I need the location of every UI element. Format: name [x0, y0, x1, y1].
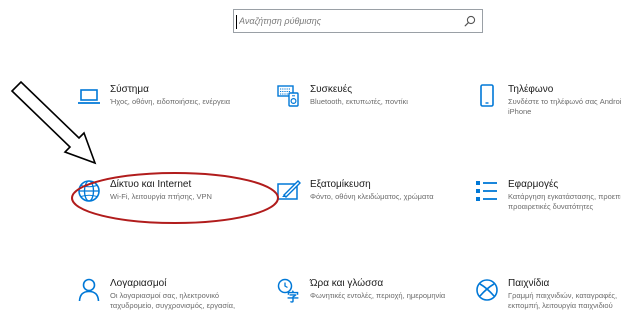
tile-accounts[interactable]: Λογαριασμοί Οι λογαριασμοί σας, ηλεκτρον…: [76, 277, 256, 327]
tile-personalization[interactable]: Εξατομίκευση Φόντο, οθόνη κλειδώματος, χ…: [276, 178, 456, 228]
tile-phone[interactable]: Τηλέφωνο Συνδέστε το τηλέφωνό σας Androi…: [474, 83, 621, 133]
tile-description: Wi-Fi, λειτουργία πτήσης, VPN: [110, 192, 212, 201]
tile-gaming[interactable]: Παιχνίδια Γραμμή παιχνιδιών, καταγραφές,…: [474, 277, 621, 327]
person-icon: [76, 277, 102, 303]
tile-description: Ήχος, οθόνη, ειδοποιήσεις, ενέργεια: [110, 97, 231, 106]
apps-icon: [474, 178, 500, 204]
tile-description: Συνδέστε το τηλέφωνό σας Android ή iPhon…: [508, 97, 621, 116]
tile-title: Συσκευές: [310, 84, 353, 95]
tile-title: Εξατομίκευση: [310, 179, 371, 190]
phone-icon: [474, 83, 500, 109]
tile-title: Τηλέφωνο: [508, 84, 554, 95]
search-box[interactable]: [233, 9, 483, 33]
tile-title: Λογαριασμοί: [110, 278, 167, 289]
tile-system[interactable]: Σύστημα Ήχος, οθόνη, ειδοποιήσεις, ενέργ…: [76, 83, 256, 133]
personalization-icon: [276, 178, 302, 204]
tile-time-language[interactable]: 字 Ώρα και γλώσσα Φωνητικές εντολές, περι…: [276, 277, 456, 327]
tile-network-internet[interactable]: Δίκτυο και Internet Wi-Fi, λειτουργία πτ…: [76, 178, 256, 228]
settings-home: Σύστημα Ήχος, οθόνη, ειδοποιήσεις, ενέργ…: [0, 0, 621, 327]
tile-title: Ώρα και γλώσσα: [310, 278, 384, 289]
tile-title: Δίκτυο και Internet: [110, 179, 192, 190]
tile-description: Κατάργηση εγκατάστασης, προεπιλογές, προ…: [508, 192, 621, 211]
search-icon[interactable]: [464, 15, 476, 27]
tile-description: Φόντο, οθόνη κλειδώματος, χρώματα: [310, 192, 434, 201]
laptop-icon: [76, 83, 102, 109]
tile-title: Παιχνίδια: [508, 278, 550, 289]
svg-text:字: 字: [287, 289, 299, 303]
search-input[interactable]: [239, 10, 459, 32]
xbox-icon: [474, 277, 500, 303]
tile-apps[interactable]: Εφαρμογές Κατάργηση εγκατάστασης, προεπι…: [474, 178, 621, 228]
tile-title: Σύστημα: [110, 84, 149, 95]
globe-icon: [76, 178, 102, 204]
tile-devices[interactable]: Συσκευές Bluetooth, εκτυπωτές, ποντίκι: [276, 83, 456, 133]
text-caret: [236, 15, 237, 29]
tile-description: Οι λογαριασμοί σας, ηλεκτρονικό ταχυδρομ…: [110, 291, 236, 310]
tile-description: Bluetooth, εκτυπωτές, ποντίκι: [310, 97, 408, 106]
time-language-icon: 字: [276, 277, 302, 303]
tile-description: Φωνητικές εντολές, περιοχή, ημερομηνία: [310, 291, 446, 300]
tile-description: Γραμμή παιχνιδιών, καταγραφές, εκπομπή, …: [508, 291, 618, 310]
devices-icon: [276, 83, 302, 109]
tile-title: Εφαρμογές: [508, 179, 559, 190]
